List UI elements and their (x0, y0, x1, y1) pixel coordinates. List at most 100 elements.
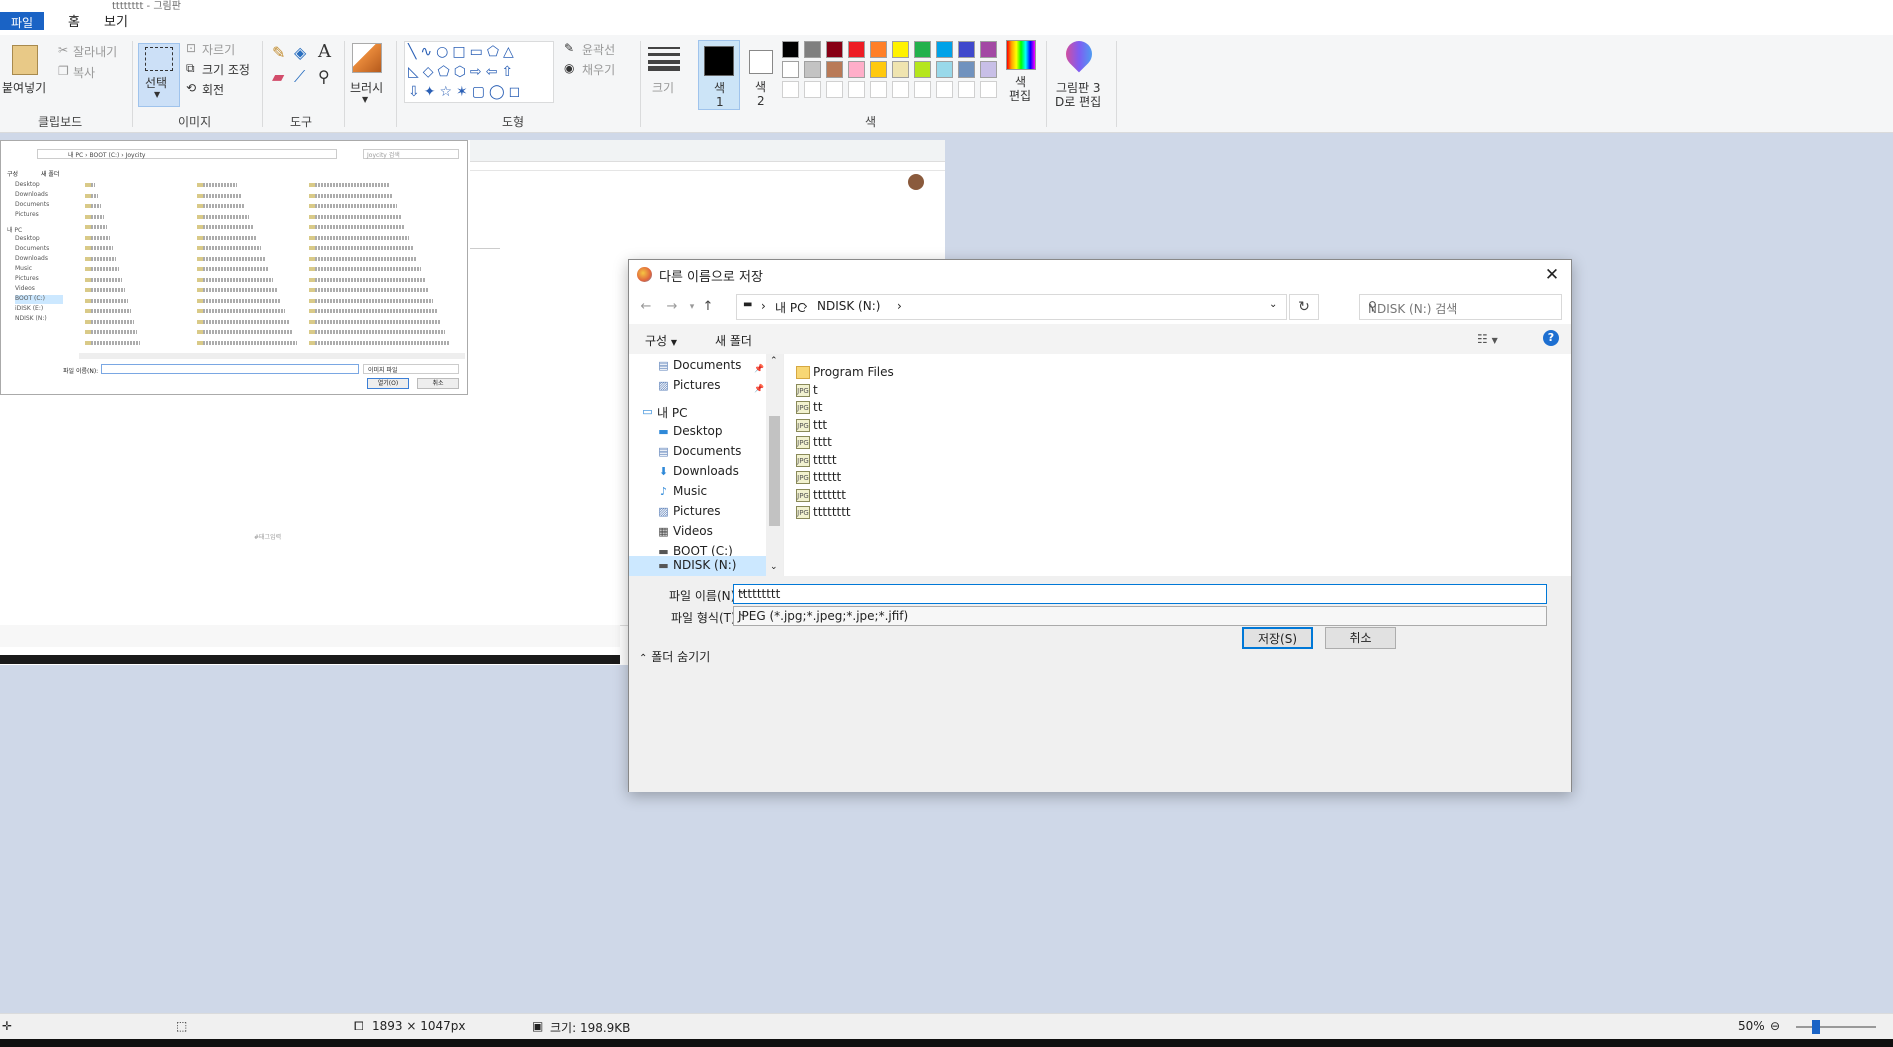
copy-button[interactable]: 복사 (73, 64, 95, 81)
edit-colors-icon[interactable] (1006, 40, 1036, 70)
close-button[interactable]: ✕ (1539, 262, 1565, 288)
scroll-up-icon[interactable]: ⌃ (770, 356, 778, 366)
color2-button[interactable]: 색 2 (744, 40, 778, 110)
scroll-down-icon[interactable]: ⌄ (770, 562, 778, 572)
breadcrumb-pc[interactable]: 내 PC (775, 299, 805, 316)
paste-icon[interactable] (12, 45, 38, 75)
palette-color[interactable] (892, 41, 909, 58)
palette-empty-slot[interactable] (848, 81, 865, 98)
cut-button[interactable]: 잘라내기 (73, 43, 117, 60)
palette-color[interactable] (980, 41, 997, 58)
help-button[interactable]: ? (1543, 330, 1559, 346)
resize-button[interactable]: 크기 조정 (202, 61, 250, 78)
nav-item[interactable]: ⬇ Downloads (647, 462, 765, 482)
palette-color[interactable] (936, 61, 953, 78)
chevron-down-icon[interactable]: ⌄ (738, 586, 1542, 597)
refresh-button[interactable]: ↻ (1289, 294, 1319, 320)
palette-empty-slot[interactable] (936, 81, 953, 98)
fill-icon[interactable]: ◈ (294, 43, 306, 62)
paste-button[interactable]: 붙여넣기 (2, 79, 46, 96)
brush-button[interactable]: 브러시 (350, 79, 383, 96)
pencil-icon[interactable]: ✎ (272, 43, 285, 62)
scrollbar-thumb[interactable] (769, 416, 780, 526)
brush-icon[interactable] (352, 43, 382, 73)
size-button[interactable]: 크기 (652, 79, 674, 96)
paint3d-label-b[interactable]: D로 편집 (1055, 93, 1101, 110)
palette-color[interactable] (826, 41, 843, 58)
tab-file[interactable]: 파일 (0, 12, 44, 30)
palette-color[interactable] (848, 61, 865, 78)
filename-input[interactable]: ttttttttt ⌄ (733, 584, 1547, 604)
palette-empty-slot[interactable] (892, 81, 909, 98)
file-list[interactable]: Program Files JPG t JPG tt JPG ttt JPG tttt JPG tt… (784, 354, 1572, 576)
palette-empty-slot[interactable] (958, 81, 975, 98)
forward-button[interactable]: → (663, 298, 681, 316)
filetype-select[interactable]: JPEG (*.jpg;*.jpeg;*.jpe;*.jfif) ⌄ (733, 606, 1547, 626)
navigation-pane[interactable]: ▤ Documents 📌 ▨ Pictures 📌 ▭ 내 PC ▬ Desktop ▤ Docum… (629, 354, 784, 576)
edit-colors-label-b[interactable]: 편집 (1009, 87, 1031, 104)
view-options-button[interactable]: ☷ ▼ (1477, 332, 1498, 346)
nav-item[interactable]: ♪ Music (647, 482, 765, 502)
new-folder-button[interactable]: 새 폴더 (715, 332, 752, 349)
size-icon[interactable] (648, 45, 680, 71)
color-picker-icon[interactable]: ⟋ (294, 67, 305, 87)
palette-color[interactable] (958, 61, 975, 78)
nav-item[interactable]: ▭ 내 PC (631, 402, 749, 422)
nav-item[interactable]: ▬ NDISK (N:) (629, 556, 766, 576)
cancel-button[interactable]: 취소 (1325, 627, 1396, 649)
palette-color[interactable] (980, 61, 997, 78)
palette-color[interactable] (782, 41, 799, 58)
palette-empty-slot[interactable] (914, 81, 931, 98)
palette-empty-slot[interactable] (980, 81, 997, 98)
chevron-down-icon[interactable]: ⌄ (1269, 299, 1277, 310)
nav-item[interactable]: ▨ Pictures (647, 502, 765, 522)
color-palette[interactable] (782, 41, 1002, 105)
eraser-icon[interactable]: ▰ (272, 67, 284, 86)
shapes-gallery[interactable]: ╲∿○□▭⬠△ ◺◇⬠⬡⇨⇦⇧ ⇩✦☆✶▢◯◻ (404, 41, 554, 103)
nav-item[interactable]: ▬ Desktop (647, 422, 765, 442)
palette-color[interactable] (826, 61, 843, 78)
fill-shape-button[interactable]: 채우기 (582, 61, 615, 78)
rotate-button[interactable]: 회전 (202, 81, 224, 98)
hide-folders-button[interactable]: ⌃ 폴더 숨기기 (639, 648, 710, 665)
text-icon[interactable]: A (318, 41, 331, 62)
magnifier-icon[interactable]: ⚲ (318, 67, 330, 86)
paint3d-icon[interactable] (1060, 35, 1098, 73)
address-bar[interactable]: ▬ › 내 PC › NDISK (N:) › ⌄ (736, 294, 1287, 320)
palette-color[interactable] (892, 61, 909, 78)
back-button[interactable]: ← (637, 298, 655, 316)
palette-empty-slot[interactable] (870, 81, 887, 98)
palette-color[interactable] (870, 41, 887, 58)
tab-home[interactable]: 홈 (58, 12, 90, 34)
nav-item[interactable]: ▦ Videos (647, 522, 765, 542)
zoom-slider-thumb[interactable] (1812, 1020, 1820, 1034)
palette-empty-slot[interactable] (782, 81, 799, 98)
search-box[interactable]: NDISK (N:) 검색 ⚲ (1359, 294, 1562, 320)
color1-button[interactable]: 색 1 (698, 40, 740, 110)
up-button[interactable]: ↑ (699, 298, 717, 316)
palette-empty-slot[interactable] (804, 81, 821, 98)
palette-color[interactable] (804, 41, 821, 58)
nav-item[interactable]: ▤ Documents (647, 442, 765, 462)
zoom-slider[interactable] (1796, 1020, 1876, 1034)
tab-view[interactable]: 보기 (94, 12, 138, 34)
breadcrumb-ndisk[interactable]: NDISK (N:) (817, 299, 880, 313)
palette-color[interactable] (914, 61, 931, 78)
palette-empty-slot[interactable] (826, 81, 843, 98)
palette-color[interactable] (958, 41, 975, 58)
palette-color[interactable] (914, 41, 931, 58)
crop-button[interactable]: 자르기 (202, 41, 235, 58)
outline-button[interactable]: 윤곽선 (582, 41, 615, 58)
palette-color[interactable] (804, 61, 821, 78)
palette-color[interactable] (870, 61, 887, 78)
nav-scrollbar[interactable]: ⌃ ⌄ (766, 354, 783, 576)
palette-color[interactable] (848, 41, 865, 58)
zoom-out-button[interactable]: ⊖ (1770, 1019, 1780, 1033)
organize-button[interactable]: 구성 ▼ (645, 332, 677, 349)
nav-item[interactable]: ▤ Documents (647, 356, 765, 376)
select-button[interactable]: 선택 ▼ (138, 43, 180, 107)
palette-color[interactable] (936, 41, 953, 58)
nav-item[interactable]: ▨ Pictures (647, 376, 765, 396)
palette-color[interactable] (782, 61, 799, 78)
save-button[interactable]: 저장(S) (1242, 627, 1313, 649)
